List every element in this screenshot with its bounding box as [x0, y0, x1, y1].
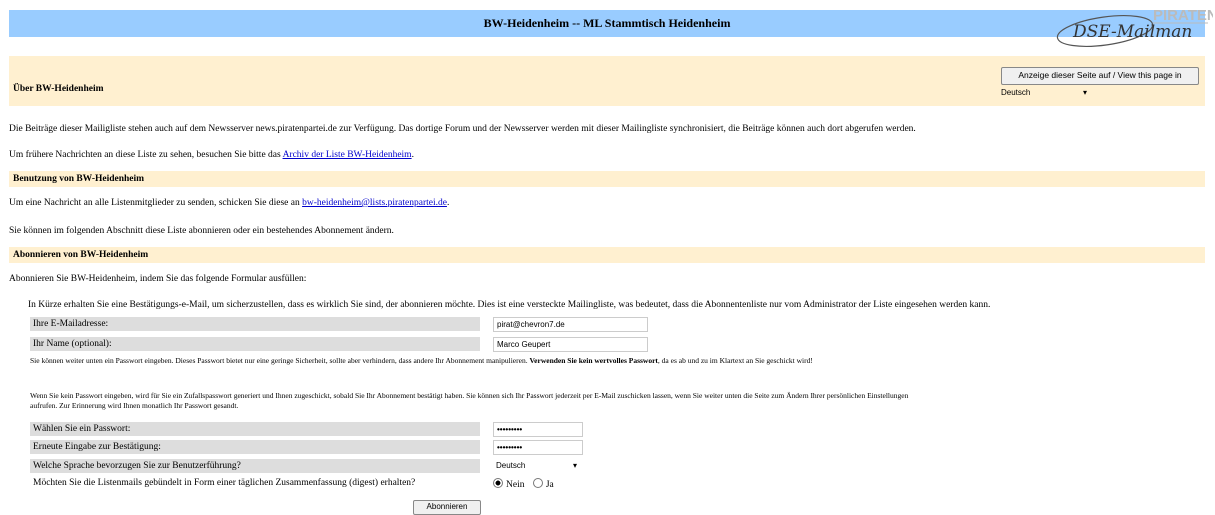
- password-label: Wählen Sie ein Passwort:: [30, 422, 480, 436]
- password-confirm-label: Erneute Eingabe zur Bestätigung:: [30, 440, 480, 454]
- dropdown-arrow-icon: ▾: [572, 461, 577, 470]
- language-chooser: Anzeige dieser Seite auf / View this pag…: [1001, 67, 1201, 101]
- usage-heading: Benutzung von BW-Heidenheim: [13, 174, 145, 184]
- password-warning-note: Sie können weiter unten ein Passwort ein…: [30, 356, 813, 365]
- name-label: Ihr Name (optional):: [30, 337, 480, 351]
- random-password-note: Wenn Sie kein Passwort eingeben, wird fü…: [30, 391, 909, 410]
- digest-yes-label: Ja: [545, 480, 554, 490]
- digest-options: Nein Ja: [493, 478, 554, 490]
- email-label: Ihre E-Mailadresse:: [30, 317, 480, 331]
- email-field[interactable]: pirat@chevron7.de: [493, 317, 648, 332]
- password-confirm-field[interactable]: •••••••••: [493, 440, 583, 455]
- about-heading: Über BW-Heidenheim: [13, 84, 104, 94]
- digest-label: Möchten Sie die Listenmails gebündelt in…: [33, 478, 416, 488]
- name-field[interactable]: Marco Geupert: [493, 337, 648, 352]
- digest-no-radio[interactable]: [493, 478, 503, 488]
- newsserver-paragraph: Die Beiträge dieser Mailigliste stehen a…: [9, 124, 916, 134]
- view-language-button[interactable]: Anzeige dieser Seite auf / View this pag…: [1001, 67, 1199, 85]
- subscribe-heading: Abonnieren von BW-Heidenheim: [13, 250, 149, 260]
- dse-logo-text: DSE-Mailman: [1072, 22, 1192, 42]
- page-title: BW-Heidenheim -- ML Stammtisch Heidenhei…: [483, 16, 731, 30]
- language-select-value: Deutsch: [496, 461, 526, 470]
- subscribe-section-header: Abonnieren von BW-Heidenheim: [9, 247, 1205, 263]
- archive-paragraph: Um frühere Nachrichten an diese Liste zu…: [9, 150, 414, 160]
- page-language-select[interactable]: Deutsch ▾: [1001, 88, 1091, 101]
- digest-no-label: Nein: [506, 480, 525, 490]
- subscribe-form: In Kürze erhalten Sie eine Bestätigungs-…: [28, 300, 1198, 490]
- list-title-bar: BW-Heidenheim -- ML Stammtisch Heidenhei…: [9, 10, 1205, 37]
- post-address-paragraph: Um eine Nachricht an alle Listenmitglied…: [9, 198, 450, 208]
- usage-section-header: Benutzung von BW-Heidenheim: [9, 171, 1205, 187]
- page-language-value: Deutsch: [1001, 88, 1031, 97]
- archive-text: Um frühere Nachrichten an diese Liste zu…: [9, 150, 283, 160]
- subscribe-info-paragraph: Sie können im folgenden Abschnitt diese …: [9, 226, 394, 236]
- language-label: Welche Sprache bevorzugen Sie zur Benutz…: [30, 459, 480, 473]
- password-field[interactable]: •••••••••: [493, 422, 583, 437]
- subscribe-intro: Abonnieren Sie BW-Heidenheim, indem Sie …: [9, 274, 307, 284]
- archive-link[interactable]: Archiv der Liste BW-Heidenheim: [283, 150, 412, 160]
- language-select[interactable]: Deutsch ▾: [493, 459, 581, 472]
- digest-yes-radio[interactable]: [532, 478, 543, 488]
- digest-row: Möchten Sie die Listenmails gebündelt in…: [30, 478, 730, 494]
- dropdown-arrow-icon: ▾: [1082, 88, 1087, 97]
- mailman-logo: PIRATEN DSE-Mailman: [1056, 7, 1213, 47]
- list-address-link[interactable]: bw-heidenheim@lists.piratenpartei.de: [302, 198, 447, 208]
- hidden-list-notice: In Kürze erhalten Sie eine Bestätigungs-…: [28, 300, 991, 310]
